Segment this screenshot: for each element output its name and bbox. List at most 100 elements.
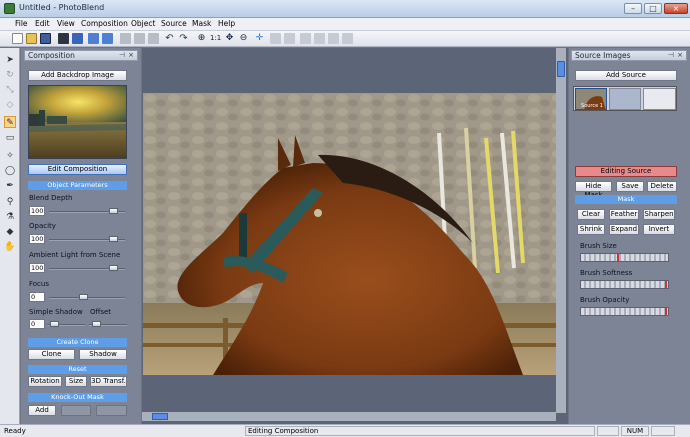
knockout-add-button[interactable]: Add — [28, 405, 56, 416]
menu-composition[interactable]: Composition — [81, 19, 128, 28]
hide-mask-button[interactable]: Hide Mask — [575, 181, 612, 199]
group-icon[interactable] — [328, 33, 339, 44]
brush-softness-slider[interactable] — [580, 280, 669, 289]
save-mask-button[interactable]: Save — [616, 181, 644, 192]
new-file-icon[interactable] — [12, 33, 23, 44]
menu-file[interactable]: File — [15, 19, 28, 28]
backdrop-thumbnail[interactable] — [28, 85, 127, 159]
delete-mask-button[interactable]: Delete — [647, 181, 677, 192]
simple-shadow-input[interactable]: 0 — [29, 319, 45, 329]
layer-back-icon[interactable] — [102, 33, 113, 44]
panel-close-icon[interactable]: × — [677, 51, 683, 60]
opacity-input[interactable]: 100 — [29, 234, 45, 244]
focus-label: Focus — [29, 280, 49, 288]
zoom-in-icon[interactable]: ⊕ — [196, 33, 207, 44]
menu-source[interactable]: Source — [161, 19, 187, 28]
ambient-light-slider-thumb[interactable] — [109, 265, 119, 271]
export-icon[interactable] — [58, 33, 69, 44]
brush-opacity-slider[interactable] — [580, 307, 669, 316]
flip-horizontal-icon[interactable] — [270, 33, 281, 44]
fit-screen-icon[interactable]: ✥ — [224, 33, 235, 44]
add-source-button[interactable]: Add Source — [575, 70, 677, 81]
ungroup-icon[interactable] — [342, 33, 353, 44]
flip-vertical-icon[interactable] — [284, 33, 295, 44]
panel-close-icon[interactable]: × — [128, 51, 134, 60]
blend-depth-input[interactable]: 100 — [29, 206, 45, 216]
undo-icon[interactable]: ↶ — [164, 33, 175, 44]
cut-icon[interactable] — [120, 33, 131, 44]
source-thumb-2[interactable] — [609, 88, 641, 110]
copy-icon[interactable] — [134, 33, 145, 44]
edit-composition-button[interactable]: Edit Composition — [28, 164, 127, 175]
zoom-actual-size[interactable]: 1:1 — [210, 34, 221, 42]
menu-mask[interactable]: Mask — [192, 19, 211, 28]
reset-size-button[interactable]: Size — [65, 376, 87, 387]
move-icon[interactable]: ✛ — [254, 33, 265, 44]
shadow-button[interactable]: Shadow — [79, 349, 127, 360]
lasso-tool-icon[interactable]: ◯ — [4, 165, 16, 177]
minimize-button[interactable]: – — [624, 3, 642, 14]
vertical-scrollbar[interactable] — [556, 48, 566, 413]
select-tool-icon[interactable]: ➤ — [4, 54, 16, 66]
composition-image[interactable] — [143, 93, 557, 375]
redo-icon[interactable]: ↷ — [178, 33, 189, 44]
zoom-out-icon[interactable]: ⊖ — [238, 33, 249, 44]
distribute-icon[interactable] — [314, 33, 325, 44]
reset-rotation-button[interactable]: Rotation — [28, 376, 62, 387]
rotate-tool-icon[interactable]: ↻ — [4, 69, 16, 81]
brush-tool-icon[interactable]: ✎ — [4, 116, 16, 128]
status-cell-blank-2 — [651, 426, 675, 436]
hand-tool-icon[interactable]: ✋ — [4, 241, 16, 253]
ambient-light-input[interactable]: 100 — [29, 263, 45, 273]
brush-size-marker[interactable] — [617, 254, 619, 261]
fill-tool-icon[interactable]: ◆ — [4, 226, 16, 238]
vertical-scroll-thumb[interactable] — [557, 61, 565, 77]
source-thumb-1[interactable]: Source 1 — [575, 88, 607, 110]
mask-invert-button[interactable]: Invert — [643, 224, 675, 235]
open-folder-icon[interactable] — [26, 33, 37, 44]
horizontal-scroll-thumb[interactable] — [152, 413, 168, 420]
reset-3d-transform-button[interactable]: 3D Transf. — [90, 376, 127, 387]
editing-source-button[interactable]: Editing Source — [575, 166, 677, 177]
menu-object[interactable]: Object — [131, 19, 155, 28]
focus-input[interactable]: 0 — [29, 292, 45, 302]
maximize-button[interactable]: □ — [644, 3, 662, 14]
create-clone-header: Create Clone — [28, 338, 127, 347]
opacity-slider-thumb[interactable] — [109, 236, 119, 242]
import-icon[interactable] — [72, 33, 83, 44]
layer-front-icon[interactable] — [88, 33, 99, 44]
pin-icon[interactable]: ⊣ — [668, 51, 674, 60]
menu-help[interactable]: Help — [218, 19, 235, 28]
clone-button[interactable]: Clone — [28, 349, 75, 360]
mask-expand-button[interactable]: Expand — [609, 224, 639, 235]
close-button[interactable]: × — [664, 3, 688, 14]
save-icon[interactable] — [40, 33, 51, 44]
eyedropper-icon[interactable]: ⚗ — [4, 211, 16, 223]
simple-shadow-slider-thumb[interactable] — [49, 321, 59, 327]
focus-slider-thumb[interactable] — [79, 294, 89, 300]
status-num: NUM — [621, 426, 649, 436]
magic-wand-icon[interactable]: ✧ — [4, 150, 16, 162]
align-icon[interactable] — [300, 33, 311, 44]
eraser-tool-icon[interactable]: ▭ — [4, 132, 16, 144]
mask-shrink-button[interactable]: Shrink — [577, 224, 605, 235]
pen-tool-icon[interactable]: ✒ — [4, 180, 16, 192]
blend-depth-slider-thumb[interactable] — [109, 208, 119, 214]
pin-icon[interactable]: ⊣ — [119, 51, 125, 60]
menu-edit[interactable]: Edit — [35, 19, 50, 28]
mask-feather-button[interactable]: Feather — [609, 209, 639, 220]
paste-icon[interactable] — [148, 33, 159, 44]
offset-slider-thumb[interactable] — [91, 321, 101, 327]
mask-clear-button[interactable]: Clear — [577, 209, 605, 220]
brush-opacity-marker[interactable] — [665, 308, 667, 315]
add-backdrop-button[interactable]: Add Backdrop Image — [28, 70, 127, 81]
brush-softness-marker[interactable] — [665, 281, 667, 288]
clone-stamp-icon[interactable]: ⚲ — [4, 196, 16, 208]
menu-view[interactable]: View — [57, 19, 75, 28]
perspective-tool-icon[interactable]: ◇ — [4, 99, 16, 111]
brush-size-slider[interactable] — [580, 253, 669, 262]
scale-tool-icon[interactable]: ⤡ — [4, 84, 16, 96]
horizontal-scrollbar[interactable] — [142, 412, 556, 421]
mask-sharpen-button[interactable]: Sharpen — [643, 209, 675, 220]
source-thumb-3[interactable] — [643, 88, 676, 110]
